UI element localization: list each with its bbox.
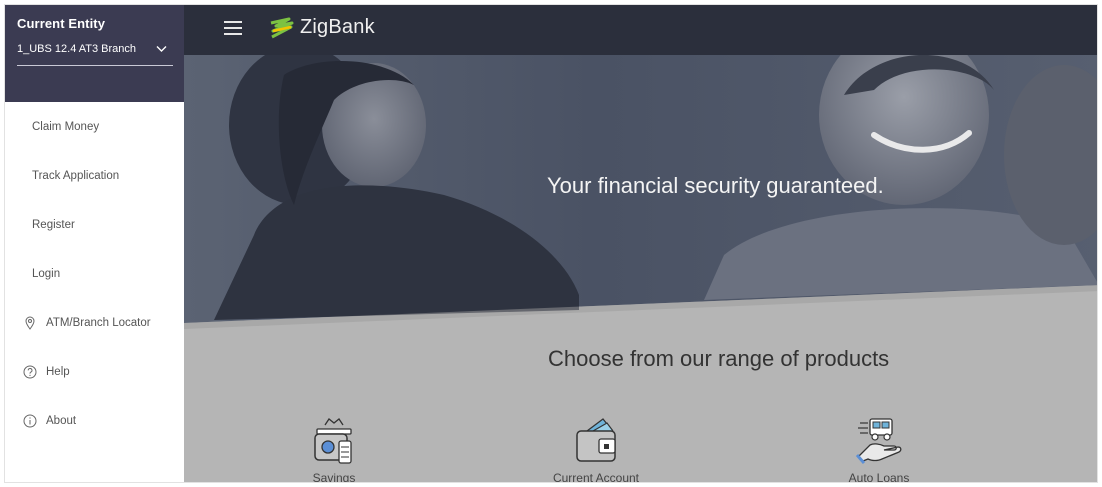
sidebar-item-label: Claim Money bbox=[32, 120, 100, 133]
wallet-icon bbox=[576, 418, 616, 462]
products-heading: Choose from our range of products bbox=[548, 346, 890, 371]
help-circle-icon bbox=[23, 365, 37, 379]
entity-title: Current Entity bbox=[17, 16, 106, 31]
entity-selected-value: 1_UBS 12.4 AT3 Branch bbox=[17, 43, 137, 55]
sidebar-item-label: Register bbox=[32, 218, 75, 231]
product-label: Auto Loans bbox=[848, 471, 910, 483]
hero-photo bbox=[184, 55, 1097, 329]
sidebar-item-login[interactable]: Login bbox=[5, 249, 184, 298]
sidebar-item-label: About bbox=[46, 414, 77, 427]
sidebar-item-atm-branch-locator[interactable]: ATM/Branch Locator bbox=[5, 298, 184, 347]
hero-section: Your financial security guaranteed. Choo… bbox=[184, 55, 1097, 483]
product-label: Current Account bbox=[552, 471, 640, 483]
chevron-down-icon bbox=[156, 46, 167, 52]
savings-icon bbox=[314, 418, 352, 464]
sidebar-item-label: Track Application bbox=[32, 169, 120, 182]
sidebar-menu: Claim Money Track Application Register L… bbox=[5, 102, 184, 445]
hamburger-icon[interactable] bbox=[224, 21, 242, 35]
brand-logo[interactable]: ZigBank bbox=[268, 16, 375, 39]
auto-loan-icon bbox=[855, 418, 902, 464]
sidebar-item-track-application[interactable]: Track Application bbox=[5, 151, 184, 200]
brand-name: ZigBank bbox=[300, 16, 375, 38]
app-frame: Current Entity 1_UBS 12.4 AT3 Branch Cla… bbox=[4, 4, 1098, 483]
product-savings[interactable]: Savings bbox=[254, 417, 414, 483]
entity-dropdown[interactable]: 1_UBS 12.4 AT3 Branch bbox=[17, 40, 173, 66]
product-auto-loans[interactable]: Auto Loans bbox=[799, 417, 959, 483]
top-bar: ZigBank bbox=[184, 5, 1097, 55]
location-pin-icon bbox=[23, 316, 37, 330]
sidebar-item-claim-money[interactable]: Claim Money bbox=[5, 102, 184, 151]
sidebar-item-label: Login bbox=[32, 267, 61, 280]
sidebar-item-label: Help bbox=[46, 365, 70, 378]
sidebar: Current Entity 1_UBS 12.4 AT3 Branch Cla… bbox=[5, 5, 184, 482]
info-circle-icon bbox=[23, 414, 37, 428]
product-current-account[interactable]: Current Account bbox=[516, 417, 676, 483]
sidebar-item-register[interactable]: Register bbox=[5, 200, 184, 249]
sidebar-item-help[interactable]: Help bbox=[5, 347, 184, 396]
sidebar-item-about[interactable]: About bbox=[5, 396, 184, 445]
sidebar-item-label: ATM/Branch Locator bbox=[46, 316, 151, 329]
product-label: Savings bbox=[312, 471, 356, 483]
zigbank-logo-icon bbox=[270, 17, 294, 38]
hero-tagline: Your financial security guaranteed. bbox=[547, 173, 884, 198]
entity-panel: Current Entity 1_UBS 12.4 AT3 Branch bbox=[5, 5, 184, 102]
